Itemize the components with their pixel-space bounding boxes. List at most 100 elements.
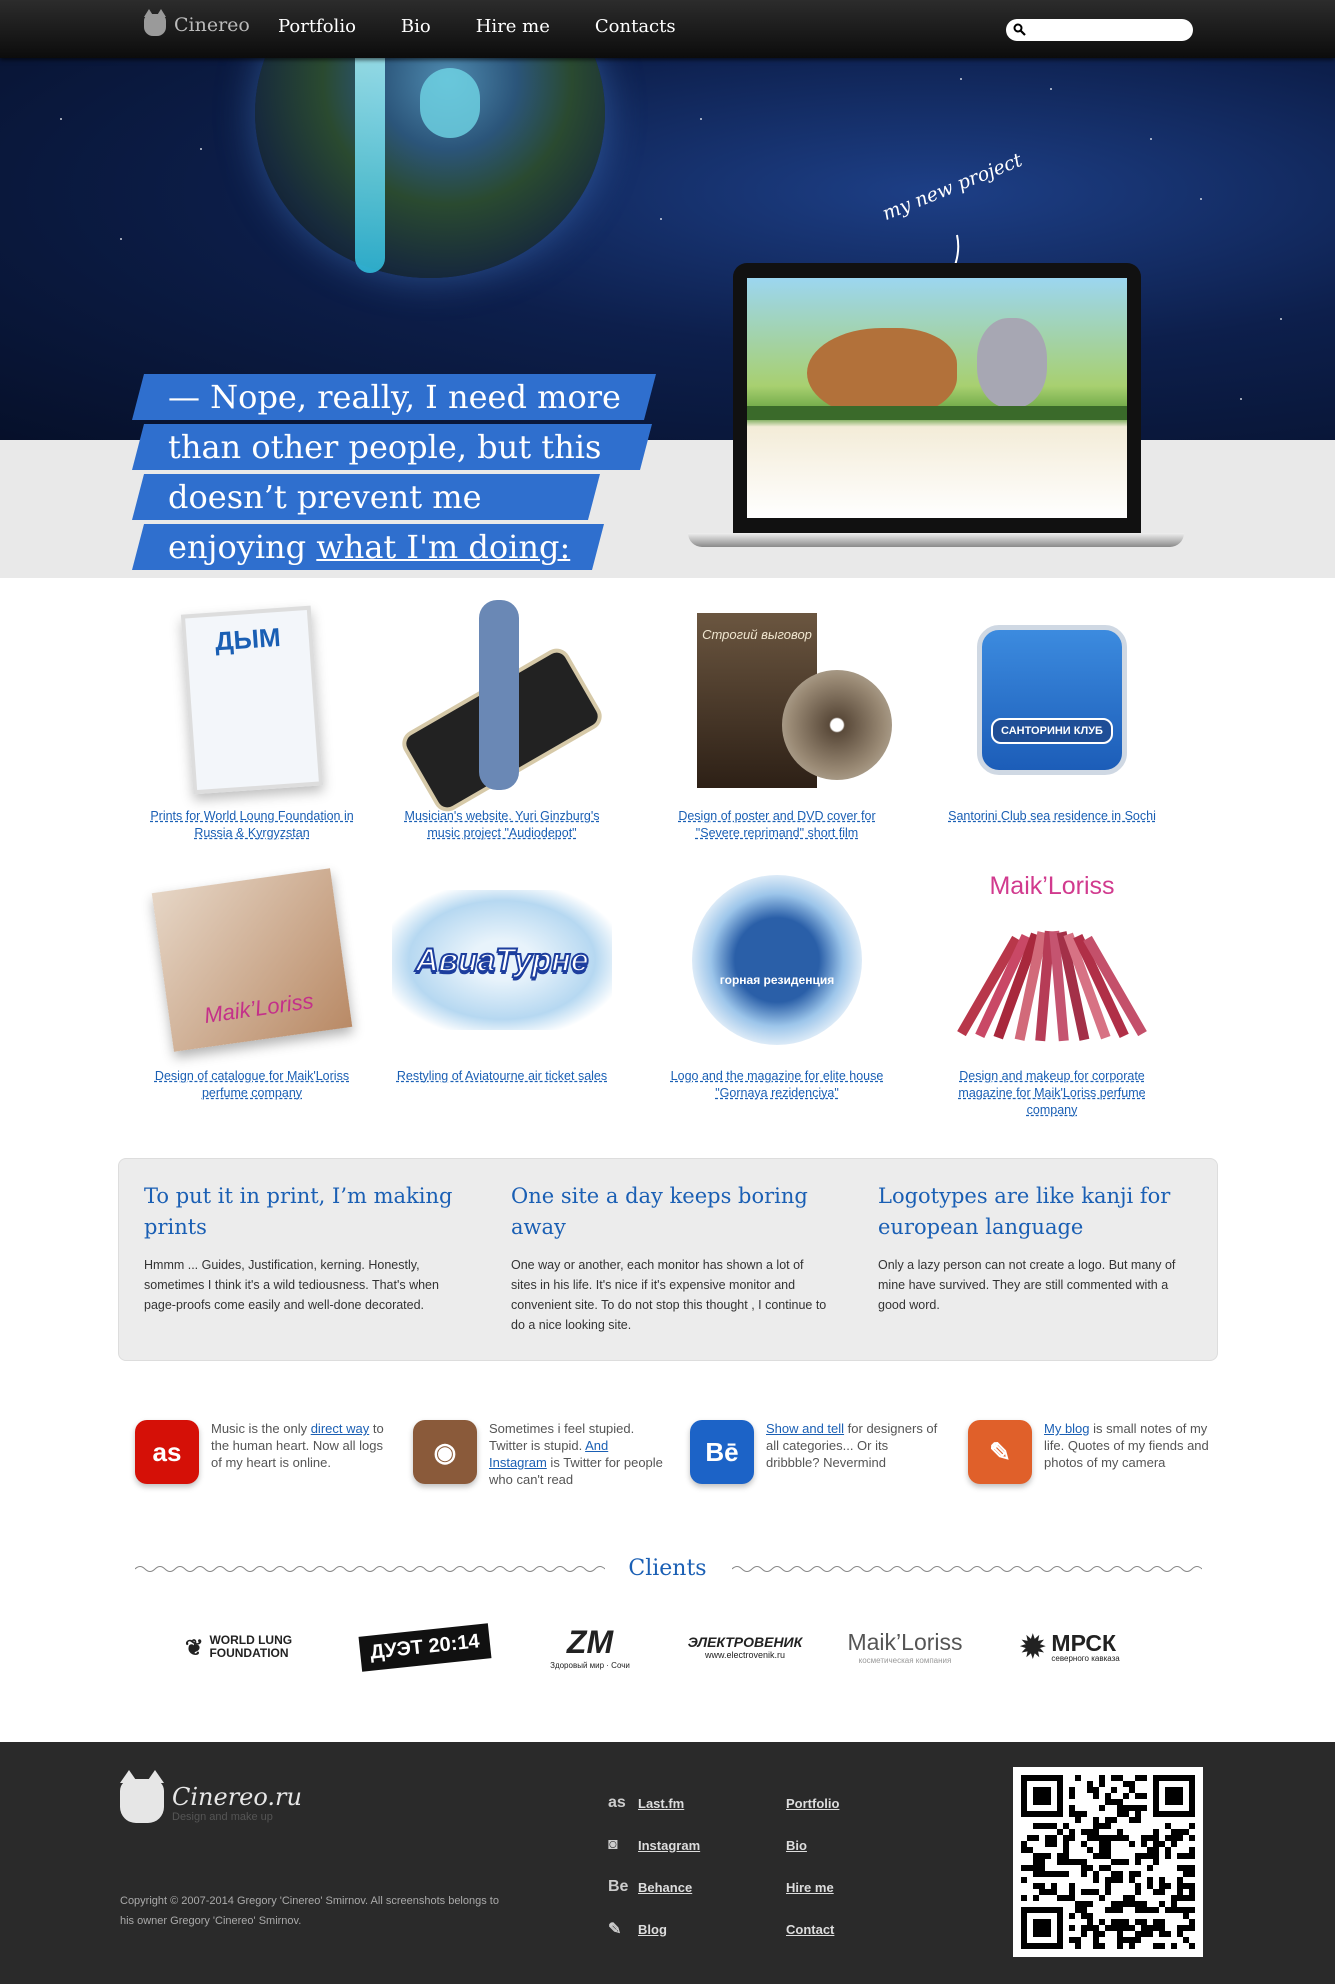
wave-divider (732, 1566, 1202, 1572)
qr-code (1013, 1767, 1203, 1957)
social-text: Sometimes i feel stupied. Twitter is stu… (489, 1421, 663, 1487)
portfolio-thumb: Maik’Loriss (937, 860, 1167, 1060)
social-text: My blog is small notes of my life. Quote… (1044, 1421, 1209, 1470)
client-logo: Maik’Loriss косметическая компания (847, 1629, 963, 1665)
quote-line-last: enjoying what I'm doing: (132, 524, 604, 570)
info-column: One site a day keeps boring away One way… (511, 1181, 831, 1335)
portfolio-caption[interactable]: Logo and the magazine for elite house "G… (662, 1068, 892, 1102)
client-logo: ZM Здоровый мир · Сочи (550, 1624, 630, 1670)
laptop-project-preview[interactable] (733, 263, 1141, 533)
behance-icon[interactable]: Bē (690, 1420, 754, 1484)
social-text: Music is the only direct way to the huma… (211, 1421, 384, 1470)
portfolio-item[interactable]: горная резиденция Logo and the magazine … (662, 860, 892, 1102)
hero-quote: — Nope, really, I need more than other p… (132, 374, 656, 574)
info-text: Hmmm ... Guides, Justification, kerning.… (144, 1258, 439, 1312)
social-text: Show and tell for designers of all categ… (766, 1421, 938, 1470)
client-logo: ДУЭТ 20:14 (350, 1612, 500, 1682)
footer-link-blog[interactable]: ✎ Blog (608, 1908, 700, 1950)
client-logos: ❦ WORLD LUNG FOUNDATION ДУЭТ 20:14 ZM Здор… (170, 1612, 1170, 1682)
portfolio-caption[interactable]: Musician's website. Yuri Ginzburg's musi… (387, 808, 617, 842)
portfolio-item[interactable]: САНТОРИНИ КЛУБ Santorini Club sea reside… (937, 600, 1167, 825)
footer-link-label[interactable]: Behance (638, 1880, 692, 1895)
quote-line: doesn’t prevent me from (132, 474, 600, 520)
social-block-behance: Bē Show and tell for designers of all ca… (690, 1420, 940, 1484)
info-column: To put it in print, I’m making prints Hm… (144, 1181, 464, 1315)
site-logo[interactable]: Cinereo (144, 9, 250, 36)
portfolio-caption[interactable]: Design of catalogue for Maik'Loriss perf… (137, 1068, 367, 1102)
main-menu: Portfolio Bio Hire me Contacts (278, 16, 721, 37)
thumb-text: Maik’Loriss (151, 868, 353, 1052)
nav-item-contacts[interactable]: Contacts (595, 16, 676, 37)
thumb-text: горная резиденция (692, 875, 862, 1045)
nav-item-portfolio[interactable]: Portfolio (278, 16, 356, 37)
footer-link-contact[interactable]: Contact (786, 1922, 834, 1937)
portfolio-item[interactable]: Musician's website. Yuri Ginzburg's musi… (387, 600, 617, 842)
info-text: One way or another, each monitor has sho… (511, 1258, 827, 1332)
footer-link-instagram[interactable]: ◙ Instagram (608, 1824, 700, 1866)
footer-logo[interactable]: Cinereo.ru Design and make up (120, 1770, 302, 1823)
portfolio-thumb: горная резиденция (662, 860, 892, 1060)
nav-item-bio[interactable]: Bio (401, 16, 431, 37)
portfolio-caption[interactable]: Design of poster and DVD cover for "Seve… (662, 808, 892, 842)
info-text: Only a lazy person can not create a logo… (878, 1258, 1176, 1312)
client-logo: ❦ WORLD LUNG FOUNDATION (185, 1633, 293, 1660)
portfolio-item[interactable]: Maik’Loriss Design of catalogue for Maik… (137, 860, 367, 1102)
portfolio-item[interactable]: ДЫМ Prints for World Loung Foundation in… (137, 600, 367, 842)
info-title: Logotypes are like kanji for european la… (878, 1184, 1171, 1239)
footer-link-behance[interactable]: Be Behance (608, 1866, 700, 1908)
portfolio-item[interactable]: Maik’Loriss Design and makeup for corpor… (937, 860, 1167, 1119)
info-panel: To put it in print, I’m making prints Hm… (118, 1158, 1218, 1361)
instagram-icon[interactable]: ◉ (413, 1420, 477, 1484)
behance-icon: Be (608, 1878, 629, 1895)
social-link[interactable]: Show and tell (766, 1421, 844, 1436)
portfolio-caption[interactable]: Santorini Club sea residence in Sochi (937, 808, 1167, 825)
search-icon (1013, 23, 1026, 36)
portfolio-item[interactable]: Строгий выговор Design of poster and DVD… (662, 600, 892, 842)
footer-link-lastfm[interactable]: as Last.fm (608, 1782, 700, 1824)
footer-link-label[interactable]: Instagram (638, 1838, 700, 1853)
blog-icon[interactable]: ✎ (968, 1420, 1032, 1484)
footer-link-hire-me[interactable]: Hire me (786, 1880, 834, 1895)
social-link[interactable]: direct way (311, 1421, 370, 1436)
footer-tagline: Design and make up (172, 1811, 273, 1823)
social-link[interactable]: My blog (1044, 1421, 1090, 1436)
laptop-base (688, 533, 1184, 547)
portfolio-thumb: Maik’Loriss (137, 860, 367, 1060)
portfolio-item[interactable]: АвиаТурне Restyling of Aviatourne air ti… (387, 860, 617, 1085)
quote-line: — Nope, really, I need more (132, 374, 656, 420)
instagram-icon: ◙ (608, 1836, 618, 1853)
copyright: Copyright © 2007-2014 Gregory 'Cinereo' … (120, 1895, 499, 1927)
cat-logo-icon (144, 9, 166, 36)
thumb-text: ДЫМ (180, 605, 324, 795)
dog-illustration (807, 328, 957, 418)
portfolio-caption[interactable]: Prints for World Loung Foundation in Rus… (137, 808, 367, 842)
info-title: To put it in print, I’m making prints (144, 1184, 453, 1239)
client-logo: ЭЛЕКТРОВЕНИК www.electrovenik.ru (687, 1634, 803, 1660)
site-brand: Cinereo (174, 14, 250, 36)
hero: my new project — Nope, really, I need mo… (0, 58, 1335, 578)
blog-icon: ✎ (608, 1921, 622, 1938)
search-input[interactable] (1006, 19, 1193, 41)
portfolio-caption[interactable]: Restyling of Aviatourne air ticket sales (387, 1068, 617, 1085)
cat-logo-icon (120, 1770, 164, 1823)
cat-illustration (977, 318, 1047, 408)
info-column: Logotypes are like kanji for european la… (878, 1181, 1198, 1315)
lastfm-icon: as (608, 1794, 626, 1811)
qr-code-pattern (1021, 1775, 1195, 1949)
footer-social-links: as Last.fm ◙ Instagram Be Behance ✎ Blog (608, 1782, 700, 1950)
footer-link-bio[interactable]: Bio (786, 1838, 807, 1853)
nav-item-hire-me[interactable]: Hire me (476, 16, 550, 37)
quote-line: than other people, but this (132, 424, 652, 470)
lastfm-icon[interactable]: as (135, 1420, 199, 1484)
quote-link[interactable]: what I'm doing: (316, 528, 570, 566)
social-block-lastfm: as Music is the only direct way to the h… (135, 1420, 385, 1484)
portfolio-caption[interactable]: Design and makeup for corporate magazine… (937, 1068, 1167, 1119)
footer-brand: Cinereo.ru (172, 1783, 302, 1811)
drip-illustration (355, 58, 385, 273)
laptop-screen (747, 278, 1127, 518)
portfolio-thumb (387, 600, 617, 817)
splash-illustration (420, 68, 480, 138)
footer-link-label[interactable]: Blog (638, 1922, 667, 1937)
footer-link-portfolio[interactable]: Portfolio (786, 1796, 839, 1811)
footer-link-label[interactable]: Last.fm (638, 1796, 684, 1811)
